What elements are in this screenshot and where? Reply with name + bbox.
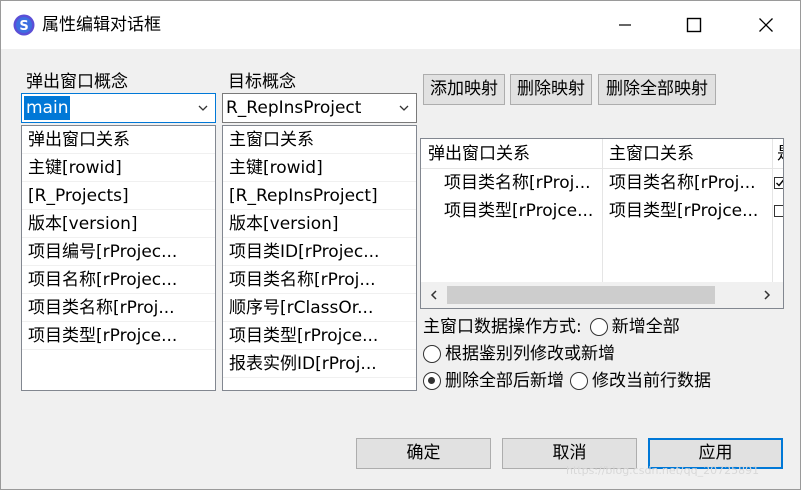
minimize-icon <box>619 24 631 26</box>
horizontal-scrollbar[interactable] <box>421 282 783 308</box>
window-title: 属性编辑对话框 <box>42 15 161 35</box>
list-item[interactable]: 主键[rowid] <box>223 154 416 182</box>
svg-text:S: S <box>19 19 28 34</box>
list-item[interactable]: 版本[version] <box>22 210 215 238</box>
mapping-table[interactable]: 弹出窗口关系 主窗口关系 是 项目类名称[rProj... 项目类名称[rPro… <box>420 138 784 309</box>
list-item[interactable]: [R_Projects] <box>22 182 215 210</box>
ok-button[interactable]: 确定 <box>356 438 491 469</box>
radio-update-current-row-label[interactable]: 修改当前行数据 <box>592 370 711 392</box>
close-icon <box>759 18 773 32</box>
list-item[interactable]: 弹出窗口关系 <box>22 126 215 154</box>
radio-update-current-row[interactable] <box>570 372 588 390</box>
radio-update-or-add-label[interactable]: 根据鉴别列修改或新增 <box>445 343 615 365</box>
column-divider <box>772 139 773 282</box>
list-item[interactable]: 项目类名称[rProj... <box>223 266 416 294</box>
maximize-icon <box>686 17 702 33</box>
list-item[interactable]: 项目类型[rProjce... <box>22 322 215 350</box>
app-logo-icon: S <box>13 14 35 36</box>
row-checkbox[interactable] <box>774 205 783 217</box>
radio-delete-all-then-add[interactable] <box>423 372 441 390</box>
popup-concept-value: main <box>24 96 71 120</box>
radio-delete-all-then-add-label[interactable]: 删除全部后新增 <box>445 370 564 392</box>
radio-add-all-label[interactable]: 新增全部 <box>612 316 680 338</box>
chevron-down-icon <box>399 105 409 111</box>
column-divider <box>602 139 603 282</box>
radio-update-or-add[interactable] <box>423 345 441 363</box>
column-header-main[interactable]: 主窗口关系 <box>609 140 773 168</box>
list-item[interactable]: 主窗口关系 <box>223 126 416 154</box>
list-item[interactable]: [R_RepInsProject] <box>223 182 416 210</box>
column-header-popup[interactable]: 弹出窗口关系 <box>428 140 600 168</box>
table-cell-popup[interactable]: 项目类名称[rProj... <box>444 169 600 197</box>
checkmark-icon <box>776 179 783 187</box>
list-item[interactable]: 主键[rowid] <box>22 154 215 182</box>
operation-mode-row-1: 主窗口数据操作方式: 新增全部 <box>423 316 680 338</box>
target-concept-select[interactable]: R_RepInsProject <box>222 93 417 123</box>
operation-mode-row-2: 根据鉴别列修改或新增 <box>423 343 615 365</box>
popup-concept-select[interactable]: main <box>21 93 216 123</box>
list-item[interactable]: 项目类ID[rProjec... <box>223 238 416 266</box>
target-concept-list[interactable]: 主窗口关系 主键[rowid] [R_RepInsProject] 版本[ver… <box>222 125 417 391</box>
add-mapping-button[interactable]: 添加映射 <box>423 74 505 105</box>
row-checkbox[interactable] <box>774 177 783 189</box>
column-header-flag[interactable]: 是 <box>777 140 783 168</box>
close-button[interactable] <box>743 1 789 49</box>
operation-mode-label: 主窗口数据操作方式: <box>423 317 582 337</box>
maximize-button[interactable] <box>671 1 717 49</box>
operation-mode-row-3: 删除全部后新增 修改当前行数据 <box>423 370 711 392</box>
minimize-button[interactable] <box>602 1 648 49</box>
chevron-left-icon[interactable] <box>428 289 440 301</box>
list-item[interactable]: 顺序号[rClassOr... <box>223 294 416 322</box>
property-edit-dialog: S 属性编辑对话框 弹出窗口概念 main 弹出窗口关系 主键[rowid] [… <box>0 0 801 490</box>
table-cell-main[interactable]: 项目类名称[rProj... <box>609 169 771 197</box>
popup-concept-list[interactable]: 弹出窗口关系 主键[rowid] [R_Projects] 版本[version… <box>21 125 216 391</box>
list-item[interactable]: 版本[version] <box>223 210 416 238</box>
table-cell-popup[interactable]: 项目类型[rProjce... <box>444 197 600 225</box>
chevron-down-icon <box>198 105 208 111</box>
delete-all-mappings-button[interactable]: 删除全部映射 <box>598 74 716 105</box>
list-item[interactable]: 报表实例ID[rProj... <box>223 350 416 378</box>
target-concept-label: 目标概念 <box>228 72 296 92</box>
table-cell-main[interactable]: 项目类型[rProjce... <box>609 197 771 225</box>
scrollbar-thumb[interactable] <box>447 286 715 304</box>
title-bar: S 属性编辑对话框 <box>1 1 800 49</box>
popup-concept-label: 弹出窗口概念 <box>26 72 128 92</box>
list-item[interactable]: 项目类型[rProjce... <box>223 322 416 350</box>
target-concept-value: R_RepInsProject <box>226 98 362 118</box>
delete-mapping-button[interactable]: 删除映射 <box>510 74 592 105</box>
list-item[interactable]: 项目类名称[rProj... <box>22 294 215 322</box>
radio-add-all[interactable] <box>589 318 608 336</box>
watermark-text: https://blog.csdn.net/qq_20725891 <box>566 464 760 477</box>
list-item[interactable]: 项目编号[rProjec... <box>22 238 215 266</box>
chevron-right-icon[interactable] <box>761 289 773 301</box>
list-item[interactable]: 项目名称[rProjec... <box>22 266 215 294</box>
